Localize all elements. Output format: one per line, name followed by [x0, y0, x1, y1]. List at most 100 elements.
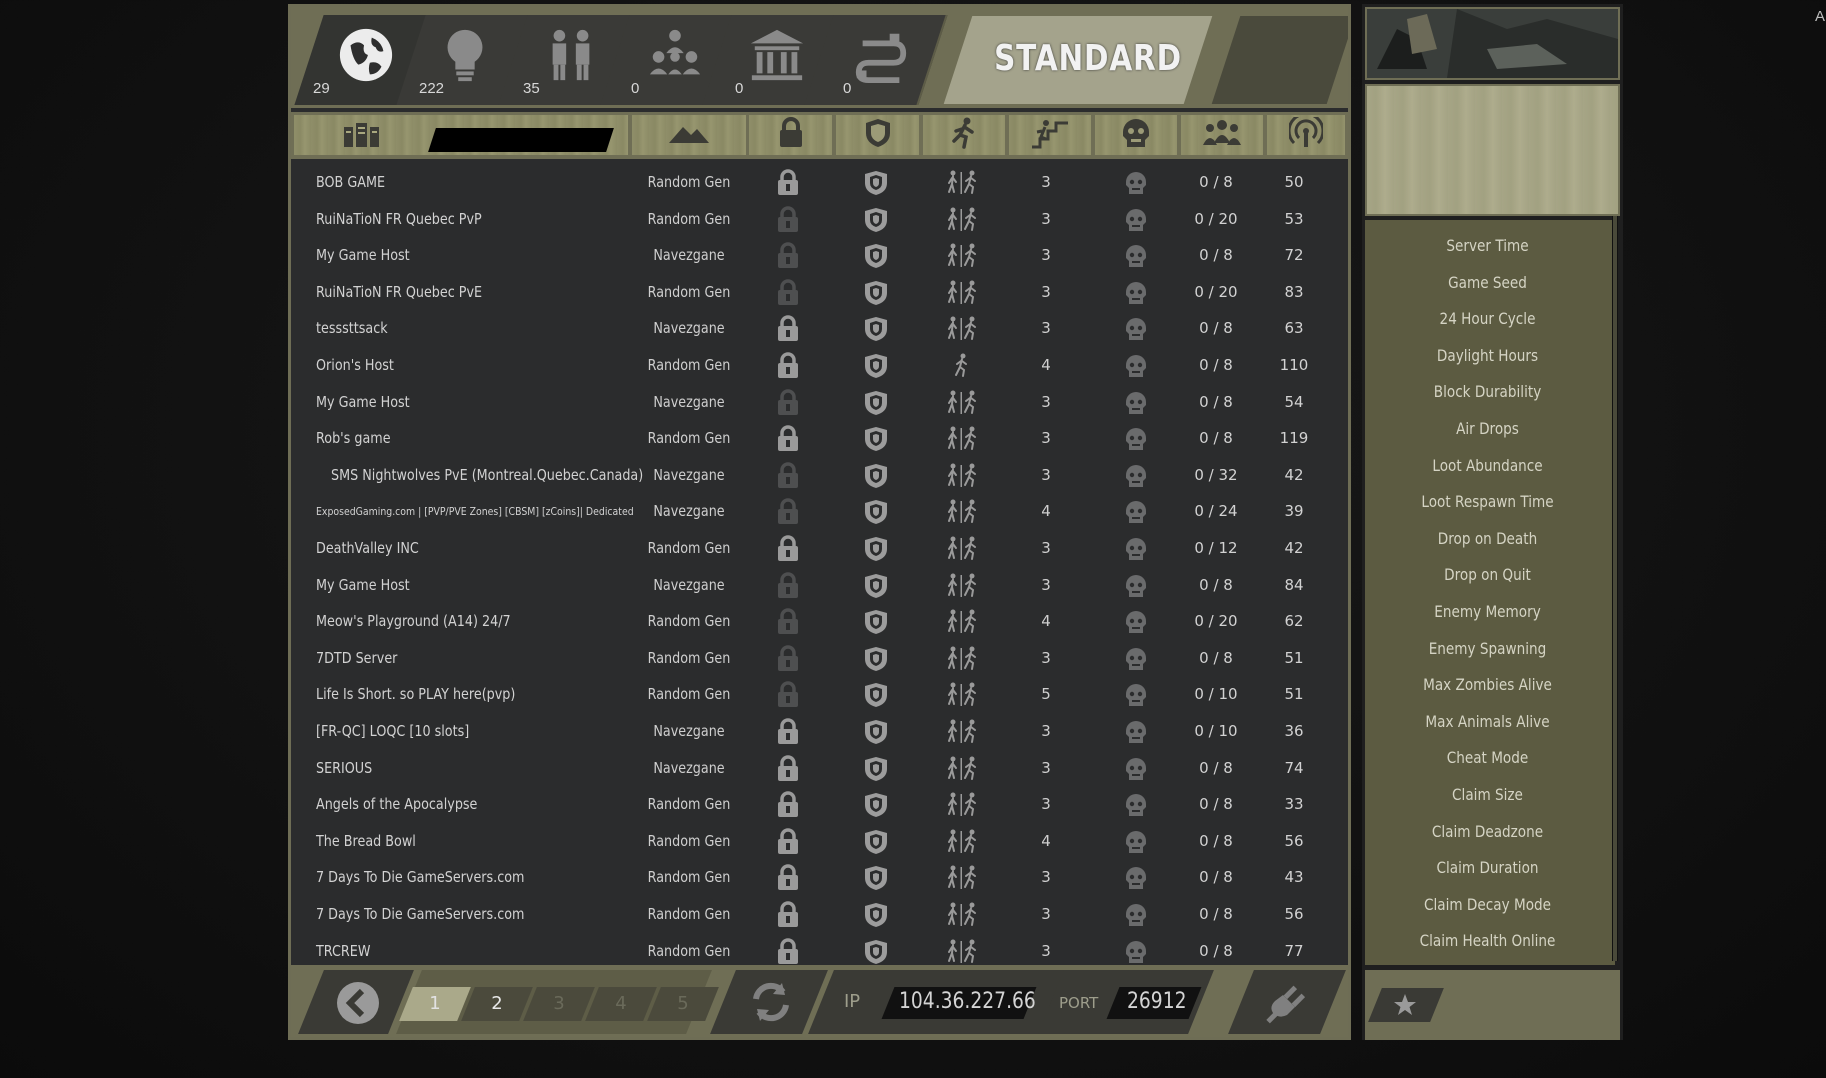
server-row[interactable]: My Game Host Navezgane 3 0 / 8 72: [291, 238, 1348, 274]
zombie-speed-icon: [937, 243, 987, 268]
server-players: 0 / 8: [1199, 648, 1233, 667]
server-row[interactable]: 7 Days To Die GameServers.com Random Gen 3…: [291, 897, 1348, 933]
server-name: tesssttsack: [316, 319, 388, 338]
settings-scrollbar[interactable]: [1612, 216, 1618, 961]
friends-icon: [541, 25, 601, 85]
filter-count-history: 0: [735, 80, 744, 97]
server-players: 0 / 32: [1194, 465, 1238, 484]
server-difficulty: 3: [1041, 575, 1051, 594]
server-setting-label: Cheat Mode: [1446, 748, 1529, 768]
zombie-speed-icon: [937, 207, 987, 232]
server-name: Rob's game: [316, 429, 391, 448]
server-ping: 51: [1284, 648, 1304, 667]
ip-value: 104.36.227.66: [899, 989, 1036, 1014]
server-world: Navezgane: [653, 392, 725, 411]
lock-open-icon: [773, 205, 803, 232]
server-ping: 74: [1284, 758, 1304, 777]
server-row[interactable]: tesssttsack Navezgane 3 0 / 8 63: [291, 311, 1348, 347]
server-row[interactable]: SMS Nightwolves PvE (Montreal.Quebec.Can…: [291, 458, 1348, 494]
server-setting-label: Enemy Memory: [1434, 602, 1541, 621]
server-setting-label: Max Animals Alive: [1425, 711, 1550, 731]
column-players[interactable]: [1181, 115, 1263, 155]
plug-icon: [1263, 979, 1311, 1032]
server-ping: 77: [1284, 941, 1304, 960]
server-row[interactable]: BOB GAME Random Gen 3 0 / 8 50: [291, 165, 1348, 201]
server-row[interactable]: Angels of the Apocalypse Random Gen 3 0 / 8…: [291, 787, 1348, 823]
server-row[interactable]: 7 Days To Die GameServers.com Random Gen 3…: [291, 860, 1348, 896]
server-ping: 83: [1284, 282, 1304, 301]
server-setting-label: Claim Decay Mode: [1423, 894, 1552, 914]
zombie-speed-icon: [937, 463, 987, 488]
zombie-speed-icon: [937, 902, 987, 927]
zombie-icon: [1121, 391, 1151, 415]
server-row[interactable]: Rob's game Random Gen 3 0 / 8 119: [291, 421, 1348, 457]
zombie-icon: [1121, 574, 1151, 598]
server-world: Random Gen: [647, 941, 731, 960]
shield-icon: [864, 117, 892, 154]
shield-icon: [861, 903, 891, 927]
server-row[interactable]: SERIOUS Navezgane 3 0 / 8 74: [291, 751, 1348, 787]
lock-icon: [773, 754, 803, 781]
server-ping: 54: [1284, 392, 1304, 411]
server-ping: 53: [1284, 209, 1304, 228]
lock-icon: [773, 791, 803, 818]
server-thumbnail: [1365, 7, 1620, 80]
server-world: Navezgane: [653, 465, 725, 484]
column-world[interactable]: [632, 115, 746, 155]
column-ping[interactable]: [1267, 111, 1345, 155]
server-world: Random Gen: [647, 173, 731, 191]
column-zombies[interactable]: [1095, 115, 1177, 155]
lock-icon: [773, 901, 803, 927]
server-name: [FR-QC] LOQC [10 slots]: [316, 722, 470, 740]
server-name: RuiNaTioN FR Quebec PvP: [316, 209, 482, 228]
server-row[interactable]: Meow's Playground (A14) 24/7 Random Gen 4 0…: [291, 604, 1348, 640]
server-settings-list[interactable]: Server Time Game Seed 24 Hour Cycle Dayligh…: [1365, 220, 1615, 965]
column-zombie-speed[interactable]: [923, 115, 1005, 155]
server-row[interactable]: Life Is Short. so PLAY here(pvp) Random G…: [291, 677, 1348, 713]
server-difficulty: 5: [1041, 685, 1051, 704]
zombie-speed-icon: [937, 573, 987, 598]
server-row[interactable]: 7DTD Server Random Gen 3 0 / 8 51: [291, 641, 1348, 677]
server-difficulty: 3: [1041, 209, 1051, 228]
settings-scrollbar-thumb[interactable]: [1613, 216, 1617, 961]
server-row[interactable]: Orion's Host Random Gen 4 0 / 8 110: [291, 348, 1348, 384]
server-row[interactable]: My Game Host Navezgane 3 0 / 8 84: [291, 568, 1348, 604]
server-search-input[interactable]: [428, 128, 614, 152]
server-difficulty: 3: [1041, 319, 1051, 338]
server-world: Random Gen: [647, 282, 731, 301]
server-name: 7 Days To Die GameServers.com: [316, 905, 525, 923]
server-row[interactable]: The Bread Bowl Random Gen 4 0 / 8 56: [291, 824, 1348, 860]
server-row[interactable]: [FR-QC] LOQC [10 slots] Navezgane 3 0 / 10 3…: [291, 714, 1348, 750]
server-name: Life Is Short. so PLAY here(pvp): [316, 685, 516, 704]
server-row[interactable]: RuiNaTioN FR Quebec PvP Random Gen 3 0 / 20…: [291, 202, 1348, 238]
server-setting-label: Claim Health Online: [1419, 931, 1556, 951]
shield-icon: [861, 793, 891, 818]
server-row[interactable]: My Game Host Navezgane 3 0 / 8 54: [291, 385, 1348, 421]
shield-icon: [861, 573, 891, 598]
server-preview: [1365, 84, 1620, 216]
shield-icon: [861, 756, 891, 781]
server-row[interactable]: DeathValley INC Random Gen 3 0 / 12 42: [291, 531, 1348, 567]
server-name: My Game Host: [316, 575, 410, 594]
zombie-icon: [1121, 647, 1151, 671]
zombie-icon: [1121, 866, 1151, 890]
server-players: 0 / 8: [1199, 795, 1233, 814]
group-icon: [645, 25, 705, 85]
server-setting-label: Claim Duration: [1436, 858, 1539, 878]
shield-icon: [861, 866, 891, 891]
shield-icon: [861, 720, 891, 744]
zombie-speed-icon: [937, 829, 987, 854]
column-difficulty[interactable]: [1009, 115, 1091, 155]
page-number-3: 3: [553, 993, 565, 1014]
zombie-icon: [1121, 464, 1151, 488]
column-password[interactable]: [749, 115, 832, 155]
filter-bar-end: [1211, 16, 1348, 104]
column-protection[interactable]: [836, 115, 919, 155]
zombie-speed-icon: [937, 426, 987, 451]
server-players: 0 / 8: [1199, 356, 1233, 374]
ping-icon: [1287, 111, 1325, 154]
server-row[interactable]: RuiNaTioN FR Quebec PvE Random Gen 3 0 / 20…: [291, 275, 1348, 311]
zombie-icon: [1121, 427, 1151, 451]
server-row[interactable]: ExposedGaming.com | [PVP/PVE Zones] [CBS…: [291, 494, 1348, 530]
column-server-name[interactable]: [294, 115, 628, 155]
